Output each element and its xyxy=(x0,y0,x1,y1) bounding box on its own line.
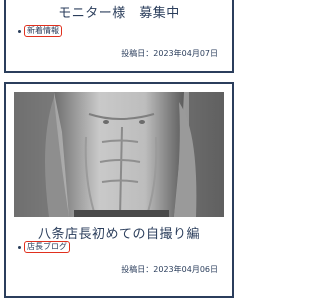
category-tag-link[interactable]: 店長ブログ xyxy=(24,241,70,253)
post-card-monitor[interactable]: モニター様 募集中 新着情報 投稿日：2023年04月07日 xyxy=(4,0,234,73)
post-title[interactable]: 八条店長初めての自撮り編 xyxy=(6,223,232,242)
post-card-selfie[interactable]: 八条店長初めての自撮り編 店長ブログ 投稿日：2023年04月06日 xyxy=(4,82,234,298)
post-title[interactable]: モニター様 募集中 xyxy=(6,2,232,21)
post-category: 新着情報 xyxy=(18,25,62,37)
category-tag-link[interactable]: 新着情報 xyxy=(24,25,62,37)
bullet-icon xyxy=(18,245,21,249)
post-category: 店長ブログ xyxy=(18,241,70,253)
torso-photo-illustration xyxy=(14,92,224,217)
post-date: 投稿日：2023年04月06日 xyxy=(121,265,218,274)
bullet-icon xyxy=(18,29,21,33)
post-date: 投稿日：2023年04月07日 xyxy=(121,49,218,58)
post-thumbnail-image[interactable] xyxy=(14,92,224,217)
